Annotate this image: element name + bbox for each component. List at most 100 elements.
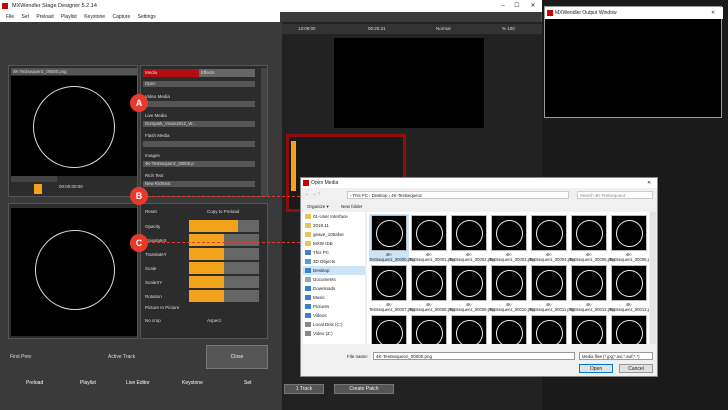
menu-capture[interactable]: Capture: [112, 14, 130, 20]
param-slider[interactable]: 100.00: [189, 276, 303, 288]
menu-file[interactable]: File: [6, 14, 14, 20]
nav-arrows-icon[interactable]: ← → ↑: [305, 191, 345, 199]
file-thumbnail: [451, 265, 487, 301]
param-row[interactable]: ScaleXY 100.00: [143, 276, 303, 288]
open-button[interactable]: Open: [143, 81, 255, 87]
param-row[interactable]: TranslateX0.0000: [143, 234, 303, 246]
minimize-icon[interactable]: –: [496, 0, 510, 12]
dialog-close-icon[interactable]: ✕: [647, 178, 651, 188]
file-item[interactable]: [489, 314, 529, 344]
param-slider[interactable]: 0.0000: [189, 248, 303, 260]
transport-controls[interactable]: [11, 176, 57, 182]
param-slider[interactable]: 100.00: [189, 262, 303, 274]
no-crop-toggle[interactable]: No crop: [145, 318, 161, 323]
tab-preload[interactable]: Preload: [26, 380, 43, 386]
images-field[interactable]: 4K-Testsequenz_00000.p: [143, 161, 255, 167]
param-slider[interactable]: 1.0000: [189, 220, 303, 232]
menu-keystone[interactable]: Keystone: [84, 14, 105, 20]
tree-item[interactable]: Documents: [303, 275, 365, 284]
file-item[interactable]: 4K-Testsequenz_00004.png: [529, 214, 575, 262]
tree-item[interactable]: This PC: [303, 248, 365, 257]
tree-item[interactable]: MXW IDE: [303, 239, 365, 248]
menu-playlist[interactable]: Playlist: [61, 14, 77, 20]
file-item[interactable]: 4K-Testsequenz_00013.png: [609, 264, 649, 312]
open-button[interactable]: Open: [579, 364, 613, 373]
tab-effects[interactable]: Effects: [199, 69, 255, 77]
file-item[interactable]: 4K-Testsequenz_00003.png: [489, 214, 535, 262]
breadcrumb[interactable]: › This PC › Desktop › 4K-Testsequenz: [347, 191, 569, 199]
aspect-toggle[interactable]: Aspect: [207, 318, 221, 323]
create-patch-button[interactable]: Create Patch: [334, 384, 394, 394]
track-button[interactable]: 1 Track: [284, 384, 324, 394]
maximize-icon[interactable]: ☐: [510, 0, 524, 12]
rich-text-field[interactable]: New Richtext: [143, 181, 255, 187]
circle-image-icon: [416, 220, 443, 247]
copy-to-preload-button[interactable]: Copy to Preload: [207, 209, 239, 214]
new-folder-button[interactable]: New folder: [341, 204, 363, 209]
tree-item[interactable]: Local Disk (C:): [303, 320, 365, 329]
file-scrollbar[interactable]: [650, 212, 656, 344]
close-icon[interactable]: ✕: [526, 0, 540, 12]
file-item[interactable]: 4K-Testsequenz_00009.png: [449, 264, 495, 312]
file-thumbnail: [531, 315, 567, 344]
circle-image-icon: [376, 320, 403, 344]
organize-button[interactable]: Organize ▾: [307, 204, 329, 210]
file-item-selected[interactable]: 4K-Testsequenz_00000.png: [369, 214, 415, 262]
first-prev-button[interactable]: First Prev: [10, 354, 31, 360]
file-item[interactable]: [609, 314, 649, 344]
reset-button[interactable]: Reset: [145, 209, 157, 214]
cancel-button[interactable]: Cancel: [619, 364, 653, 373]
tab-live-editor[interactable]: Live Editor: [126, 380, 150, 386]
tab-set[interactable]: Set: [244, 380, 252, 386]
tree-item[interactable]: Video (Z:): [303, 329, 365, 338]
tree-item[interactable]: geave_100afve: [303, 230, 365, 239]
filename-input[interactable]: 4K-Testsequenz_00000.png: [373, 352, 575, 360]
playhead-handle[interactable]: [34, 184, 42, 194]
param-slider[interactable]: 0.0000: [189, 234, 303, 246]
file-item[interactable]: 4K-Testsequenz_00010.png: [489, 264, 535, 312]
tree-item[interactable]: 2018.11: [303, 221, 365, 230]
param-row[interactable]: TranslateY 0.0000: [143, 248, 303, 260]
tab-keystone[interactable]: Keystone: [182, 380, 203, 386]
file-item[interactable]: 4K-Testsequenz_00007.png: [369, 264, 415, 312]
param-row[interactable]: Scale 100.00: [143, 262, 303, 274]
menu-settings[interactable]: Settings: [138, 14, 156, 20]
menu-preload[interactable]: Preload: [36, 14, 53, 20]
tab-playlist[interactable]: Playlist: [80, 380, 96, 386]
video-media-field[interactable]: [143, 101, 255, 107]
param-row[interactable]: Opacity 1.0000: [143, 220, 303, 232]
file-item[interactable]: 4K-Testsequenz_00005.png: [569, 214, 615, 262]
file-item[interactable]: [369, 314, 409, 344]
file-item[interactable]: 4K-Testsequenz_00006.png: [609, 214, 649, 262]
close-button[interactable]: Close: [206, 345, 268, 369]
tree-item[interactable]: Videos: [303, 311, 365, 320]
param-row[interactable]: Rotation 180.00: [143, 290, 303, 302]
file-item[interactable]: 4K-Testsequenz_00008.png: [409, 264, 455, 312]
filetype-select[interactable]: Media files (*.jpg;*.avi;*.swf;*.*): [579, 352, 653, 360]
file-item[interactable]: [569, 314, 609, 344]
file-thumbnail: [531, 265, 567, 301]
preview-timecode: 00:00:00:00: [59, 184, 83, 189]
output-close-icon[interactable]: ✕: [711, 7, 715, 19]
search-input[interactable]: Search 4K-Testsequenz: [577, 191, 653, 199]
file-item[interactable]: [529, 314, 569, 344]
tree-item[interactable]: 3D Objects: [303, 257, 365, 266]
tree-item[interactable]: 01-User Interface: [303, 212, 365, 221]
file-thumbnail: [571, 215, 607, 251]
live-media-field[interactable]: Dompark_Vision2012_W...: [143, 121, 255, 127]
file-item[interactable]: 4K-Testsequenz_00001.png: [409, 214, 455, 262]
tree-item[interactable]: Music: [303, 293, 365, 302]
file-item[interactable]: 4K-Testsequenz_00002.png: [449, 214, 495, 262]
file-item[interactable]: 4K-Testsequenz_00012.png: [569, 264, 615, 312]
tree-item-selected[interactable]: Desktop: [303, 266, 365, 275]
file-item[interactable]: [409, 314, 449, 344]
param-slider[interactable]: 180.00: [189, 290, 303, 302]
tab-media[interactable]: Media: [143, 69, 199, 77]
file-item[interactable]: 4K-Testsequenz_00011.png: [529, 264, 574, 312]
menu-set[interactable]: Set: [21, 14, 29, 20]
tree-item[interactable]: Downloads: [303, 284, 365, 293]
media-scrollbar[interactable]: [261, 68, 267, 196]
file-item[interactable]: [449, 314, 489, 344]
tree-item[interactable]: Pictures: [303, 302, 365, 311]
flash-media-field[interactable]: [143, 141, 255, 147]
